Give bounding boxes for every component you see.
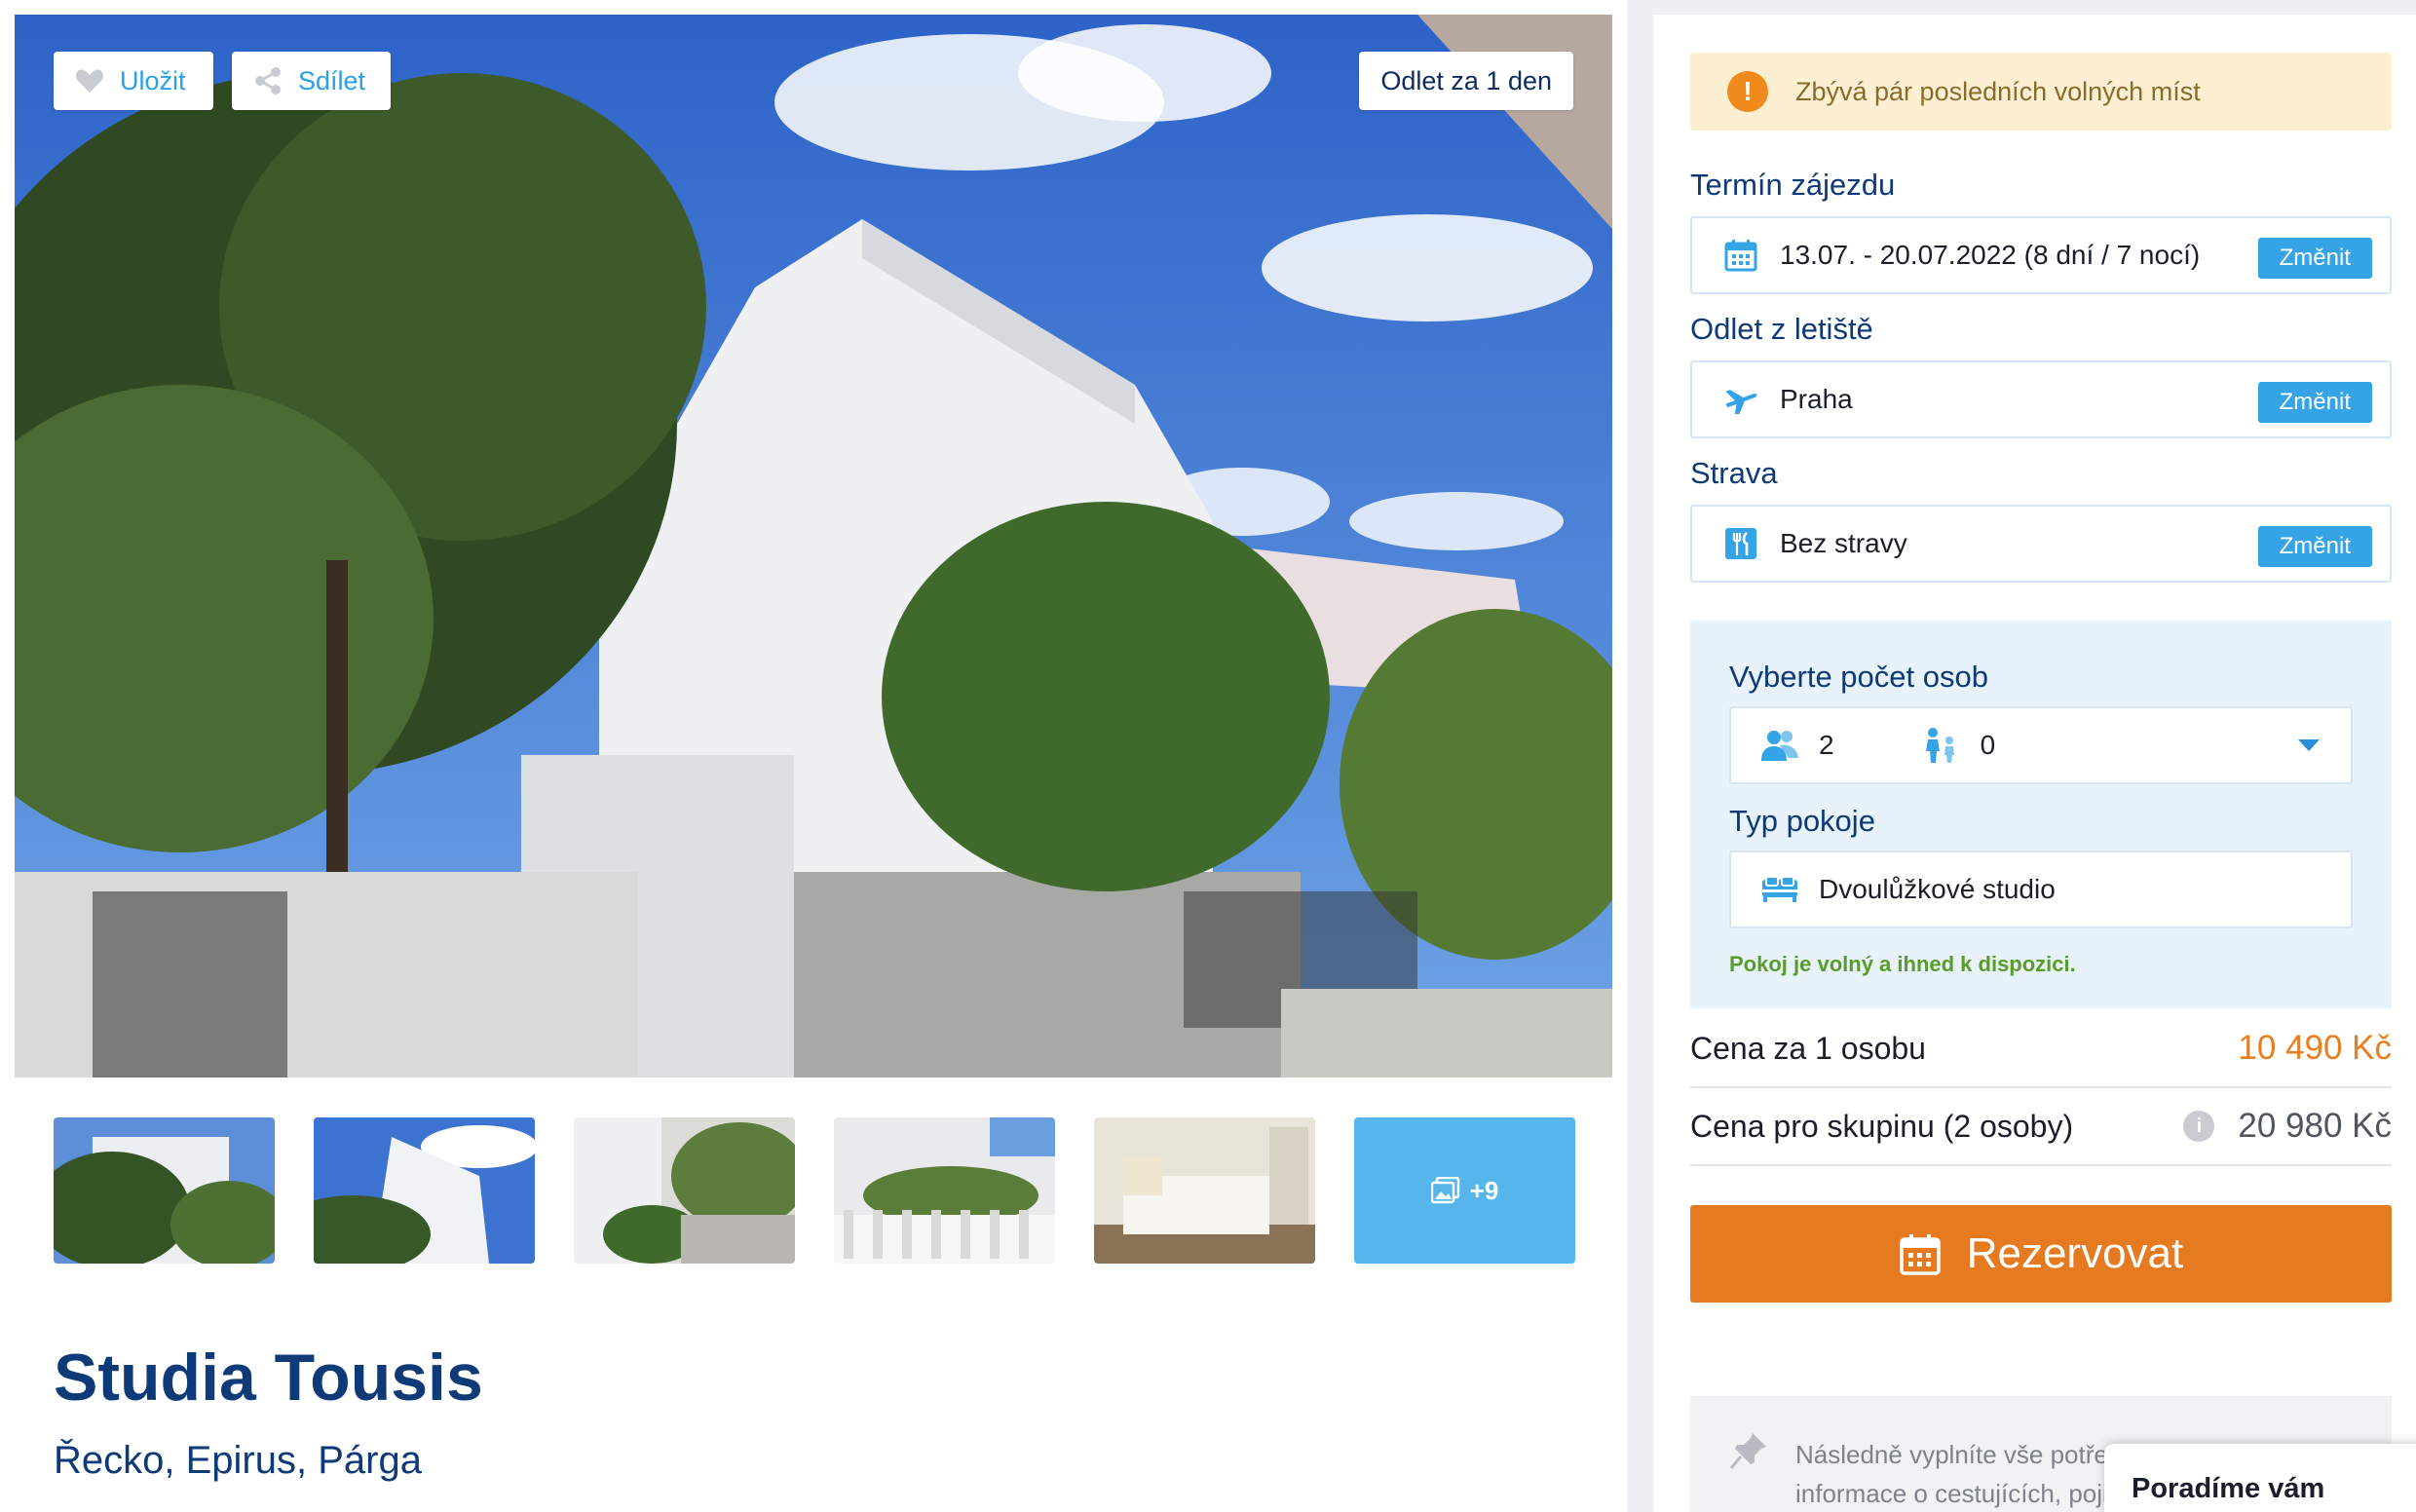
board-field[interactable]: Bez stravy Změnit bbox=[1690, 505, 2392, 583]
thumbnail-image bbox=[54, 1117, 275, 1264]
airport-field[interactable]: Praha Změnit bbox=[1690, 360, 2392, 438]
share-button[interactable]: Sdílet bbox=[232, 52, 391, 110]
calendar-icon bbox=[1899, 1232, 1942, 1275]
hotel-title: Studia Tousis bbox=[54, 1341, 483, 1415]
availability-alert-text: Zbývá pár posledních volných míst bbox=[1795, 76, 2201, 106]
room-label: Typ pokoje bbox=[1729, 804, 1875, 838]
more-photos-button[interactable]: +9 bbox=[1354, 1117, 1575, 1264]
info-icon[interactable]: i bbox=[2183, 1111, 2215, 1142]
adults-count: 2 bbox=[1819, 730, 1834, 760]
adults-icon bbox=[1760, 729, 1799, 762]
price-group-row: Cena pro skupinu (2 osoby) i 20 980 Kč bbox=[1690, 1088, 2392, 1166]
room-availability-status: Pokoj je volný a ihned k dispozici. bbox=[1729, 952, 2076, 976]
persons-label: Vyberte počet osob bbox=[1729, 660, 1988, 694]
thumbnail-2[interactable] bbox=[314, 1117, 535, 1264]
more-photos-count: +9 bbox=[1469, 1175, 1499, 1205]
room-value: Dvoulůžkové studio bbox=[1819, 874, 2056, 904]
cutlery-icon bbox=[1721, 527, 1760, 560]
thumbnail-1[interactable] bbox=[54, 1117, 275, 1264]
book-button[interactable]: Rezervovat bbox=[1690, 1205, 2392, 1303]
thumbnail-image bbox=[574, 1117, 795, 1264]
departure-badge: Odlet za 1 den bbox=[1359, 52, 1573, 110]
airport-value: Praha bbox=[1780, 384, 1853, 414]
price-per-person-value: 10 490 Kč bbox=[2238, 1029, 2392, 1067]
price-group-label: Cena pro skupinu (2 osoby) bbox=[1690, 1108, 2074, 1144]
pin-icon bbox=[1729, 1431, 1768, 1481]
term-value: 13.07. - 20.07.2022 (8 dní / 7 nocí) bbox=[1780, 240, 2201, 270]
exclamation-icon: ! bbox=[1727, 71, 1768, 112]
term-field[interactable]: 13.07. - 20.07.2022 (8 dní / 7 nocí) Změ… bbox=[1690, 216, 2392, 294]
thumbnail-5[interactable] bbox=[1094, 1117, 1315, 1264]
thumbnail-image bbox=[834, 1117, 1055, 1264]
book-button-label: Rezervovat bbox=[1966, 1229, 2184, 1277]
share-label: Sdílet bbox=[298, 65, 366, 95]
persons-and-room-box: Vyberte počet osob 2 0 Typ pokoje Dvoulů… bbox=[1690, 621, 2392, 1008]
board-value: Bez stravy bbox=[1780, 528, 1907, 558]
plane-icon bbox=[1721, 385, 1760, 414]
thumbnail-4[interactable] bbox=[834, 1117, 1055, 1264]
bed-icon bbox=[1760, 876, 1799, 903]
thumbnail-strip: +9 bbox=[54, 1117, 1575, 1264]
thumbnail-3[interactable] bbox=[574, 1117, 795, 1264]
hero-photo[interactable]: Uložit Sdílet Odlet za 1 den bbox=[15, 15, 1612, 1077]
thumbnail-image bbox=[1094, 1117, 1315, 1264]
availability-alert: ! Zbývá pár posledních volných míst bbox=[1690, 53, 2392, 131]
save-label: Uložit bbox=[120, 65, 186, 95]
hero-photo-image bbox=[15, 15, 1612, 1077]
hotel-location[interactable]: Řecko, Epirus, Párga bbox=[54, 1439, 422, 1483]
change-airport-button[interactable]: Změnit bbox=[2257, 382, 2372, 423]
price-group: i 20 980 Kč bbox=[2183, 1107, 2392, 1146]
thumbnail-image bbox=[314, 1117, 535, 1264]
children-count: 0 bbox=[1980, 730, 1996, 760]
booking-panel: ! Zbývá pár posledních volných míst Term… bbox=[1653, 15, 2416, 1512]
persons-select[interactable]: 2 0 bbox=[1729, 706, 2353, 784]
save-button[interactable]: Uložit bbox=[54, 52, 213, 110]
images-icon bbox=[1430, 1177, 1460, 1204]
price-group-value: 20 980 Kč bbox=[2238, 1107, 2392, 1145]
hotel-detail-column: Uložit Sdílet Odlet za 1 den +9 Studia T… bbox=[0, 0, 1627, 1512]
term-label: Termín zájezdu bbox=[1690, 168, 1896, 202]
chevron-down-icon bbox=[2298, 739, 2320, 751]
calendar-icon bbox=[1721, 239, 1760, 272]
price-per-person-label: Cena za 1 osobu bbox=[1690, 1030, 1926, 1066]
room-select[interactable]: Dvoulůžkové studio bbox=[1729, 850, 2353, 928]
change-term-button[interactable]: Změnit bbox=[2257, 238, 2372, 279]
chat-widget[interactable]: Poradíme vám bbox=[2104, 1444, 2416, 1512]
change-board-button[interactable]: Změnit bbox=[2257, 526, 2372, 567]
child-icon bbox=[1922, 727, 1961, 764]
heart-icon bbox=[75, 68, 104, 94]
airport-label: Odlet z letiště bbox=[1690, 312, 1873, 346]
price-per-person-row: Cena za 1 osobu 10 490 Kč bbox=[1690, 1010, 2392, 1088]
board-label: Strava bbox=[1690, 456, 1778, 490]
share-icon bbox=[253, 66, 283, 95]
